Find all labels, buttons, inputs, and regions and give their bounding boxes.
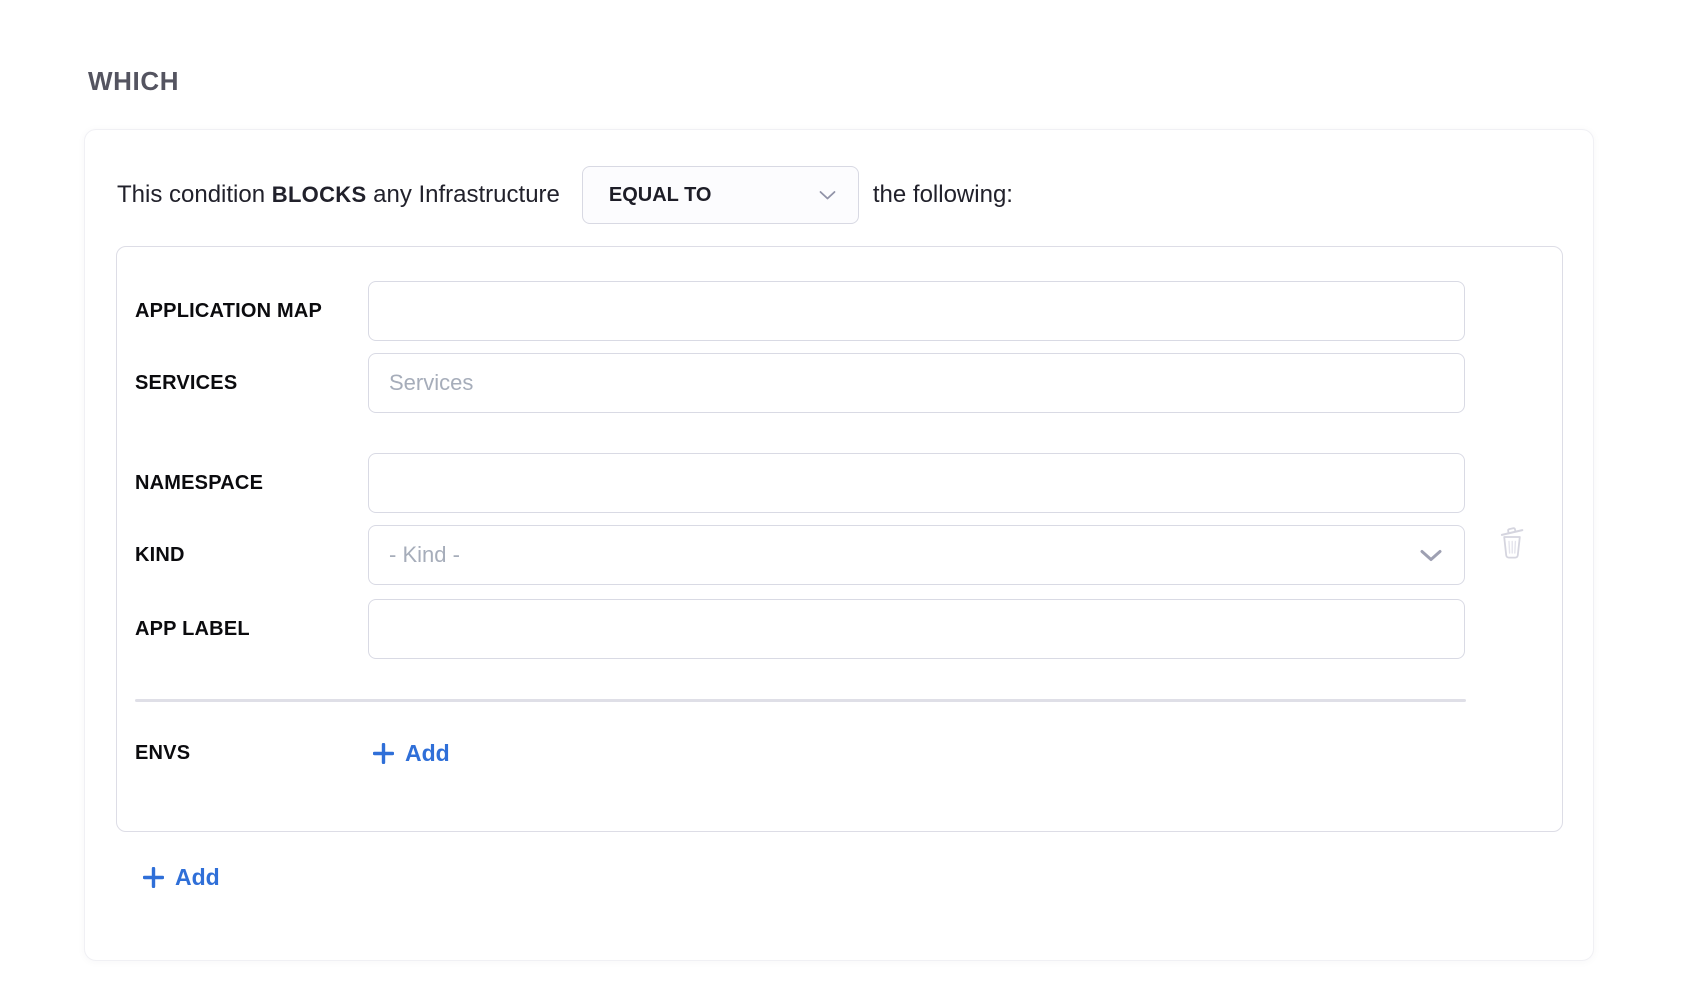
field-row-envs: ENVS Add bbox=[135, 736, 1562, 771]
field-row-app-label: APP LABEL bbox=[135, 599, 1562, 659]
app-label-label: APP LABEL bbox=[135, 616, 368, 643]
chevron-down-icon bbox=[819, 190, 836, 201]
envs-label: ENVS bbox=[135, 740, 368, 767]
condition-suffix: the following: bbox=[873, 181, 1013, 209]
chevron-down-icon bbox=[1420, 549, 1442, 562]
application-map-input[interactable] bbox=[368, 281, 1465, 341]
infrastructure-fields-panel: APPLICATION MAP SERVICES NAMESPACE bbox=[116, 246, 1563, 832]
app-label-input[interactable] bbox=[368, 599, 1465, 659]
trash-icon bbox=[1498, 523, 1526, 564]
condition-text: This condition BLOCKS any Infrastructure bbox=[117, 181, 560, 209]
kind-label: KIND bbox=[135, 542, 368, 569]
envs-add-button[interactable]: Add bbox=[367, 736, 456, 771]
services-input[interactable] bbox=[368, 353, 1465, 413]
envs-add-button-label: Add bbox=[405, 740, 450, 767]
plus-icon bbox=[143, 867, 164, 888]
add-infrastructure-button-label: Add bbox=[175, 864, 220, 891]
condition-prefix: This condition bbox=[117, 181, 265, 208]
field-row-namespace: NAMESPACE bbox=[135, 453, 1562, 513]
operator-select-value: EQUAL TO bbox=[609, 184, 712, 207]
condition-middle: any Infrastructure bbox=[373, 181, 560, 208]
field-row-application-map: APPLICATION MAP bbox=[135, 281, 1562, 341]
condition-card: This condition BLOCKS any Infrastructure… bbox=[84, 129, 1594, 961]
divider bbox=[135, 699, 1466, 702]
kind-select[interactable]: - Kind - bbox=[368, 525, 1465, 585]
services-label: SERVICES bbox=[135, 370, 368, 397]
policy-condition-page: WHICH This condition BLOCKS any Infrastr… bbox=[0, 0, 1682, 961]
field-row-services: SERVICES bbox=[135, 353, 1562, 413]
kind-select-placeholder: - Kind - bbox=[389, 542, 460, 568]
condition-sentence: This condition BLOCKS any Infrastructure… bbox=[117, 166, 1562, 224]
delete-condition-button[interactable] bbox=[1495, 523, 1529, 563]
namespace-input[interactable] bbox=[368, 453, 1465, 513]
section-heading: WHICH bbox=[88, 66, 1598, 97]
namespace-label: NAMESPACE bbox=[135, 470, 368, 497]
operator-select[interactable]: EQUAL TO bbox=[582, 166, 859, 224]
add-infrastructure-button[interactable]: Add bbox=[137, 860, 226, 895]
condition-verb: BLOCKS bbox=[272, 182, 367, 207]
application-map-label: APPLICATION MAP bbox=[135, 298, 368, 325]
field-row-kind: KIND - Kind - bbox=[135, 525, 1562, 585]
plus-icon bbox=[373, 743, 394, 764]
